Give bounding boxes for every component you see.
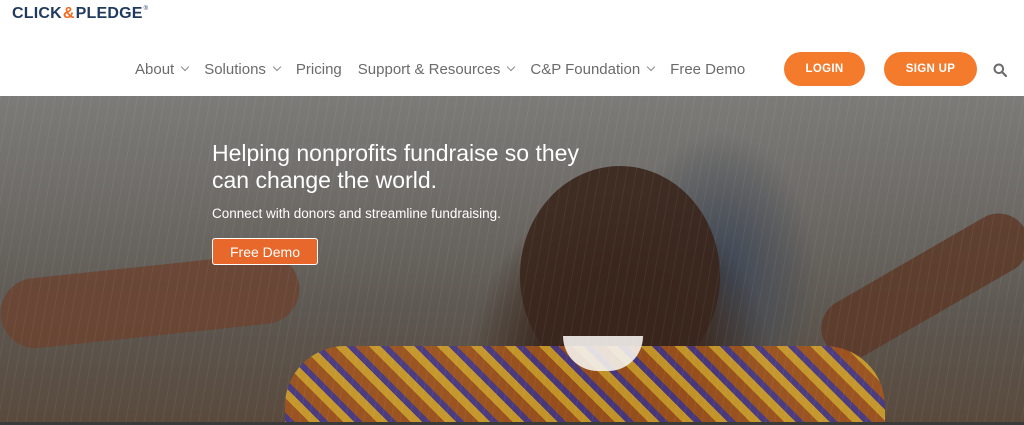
nav-item-solutions[interactable]: Solutions (204, 60, 282, 78)
main-nav: About Solutions Pricing Support & Resour… (135, 56, 761, 82)
nav-item-free-demo[interactable]: Free Demo (670, 61, 745, 78)
chevron-down-icon (272, 62, 282, 72)
login-button[interactable]: LOGIN (784, 52, 865, 86)
nav-item-label: Solutions (204, 60, 266, 78)
logo-registered-mark: ® (143, 6, 149, 12)
nav-item-cp-foundation[interactable]: C&P Foundation (530, 60, 656, 78)
site-header: CLICK & PLEDGE ® About Solutions Pricing Su… (0, 0, 1024, 96)
nav-item-label: C&P Foundation (530, 60, 641, 78)
search-icon[interactable] (993, 63, 1007, 77)
nav-item-label: Free Demo (670, 60, 746, 78)
hero-subtitle: Connect with donors and streamline fundr… (212, 206, 501, 221)
nav-item-label: Support & Resources (357, 60, 501, 78)
nav-item-pricing[interactable]: Pricing (296, 61, 342, 78)
chevron-down-icon (646, 62, 656, 72)
chevron-down-icon (507, 62, 516, 72)
click-and-pledge-logo[interactable]: CLICK & PLEDGE ® (12, 5, 148, 23)
free-demo-button[interactable]: Free Demo (212, 238, 318, 265)
hero-title: Helping nonprofits fundraise so they can… (212, 140, 579, 193)
logo-ampersand: & (62, 5, 75, 22)
hero-banner: Helping nonprofits fundraise so they can… (0, 96, 1024, 422)
chevron-down-icon (180, 62, 190, 72)
logo-text-click: CLICK (12, 5, 62, 22)
signup-button[interactable]: SIGN UP (884, 52, 977, 86)
nav-item-support-resources[interactable]: Support & Resources (357, 60, 516, 78)
nav-item-label: About (135, 60, 175, 78)
nav-item-label: Pricing (295, 60, 342, 78)
logo-text-pledge: PLEDGE (75, 5, 143, 22)
nav-item-about[interactable]: About (135, 60, 190, 78)
